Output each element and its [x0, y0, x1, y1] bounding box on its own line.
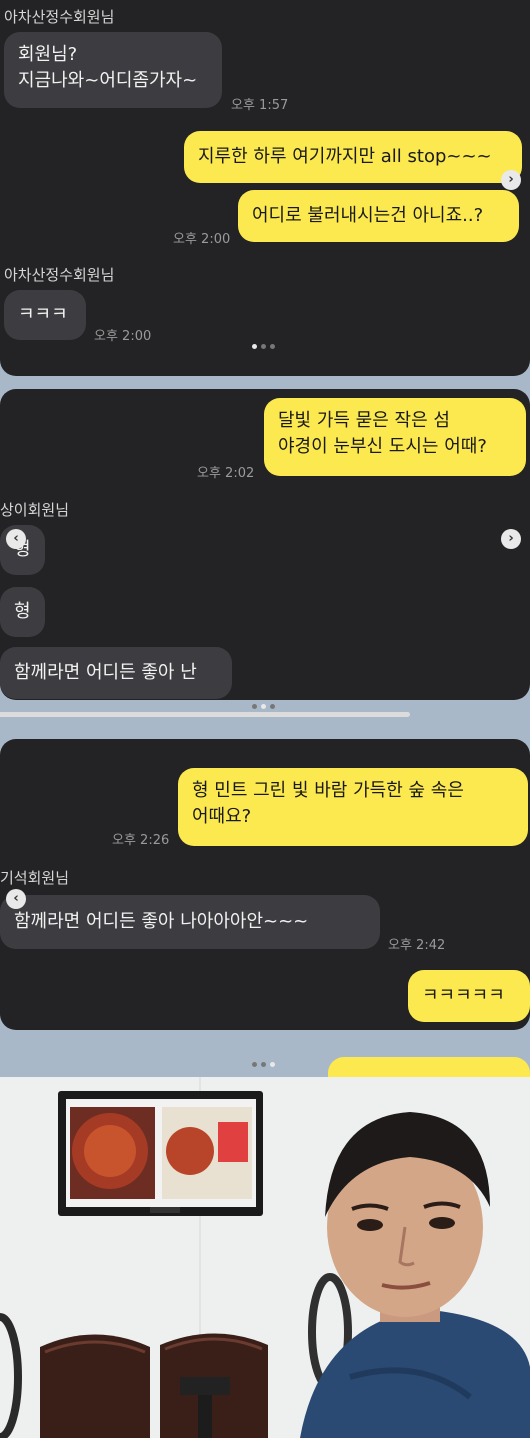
page-indicator — [252, 1062, 275, 1067]
message-time: 오후 2:00 — [173, 232, 231, 247]
chevron-right-icon[interactable]: › — [501, 529, 521, 549]
chevron-left-icon[interactable]: ‹ — [6, 889, 26, 909]
message-time: 오후 2:42 — [388, 938, 446, 953]
chat-screenshot-2: 달빛 가득 묻은 작은 섬 야경이 눈부신 도시는 어때? 오후 2:02 상이… — [0, 389, 530, 700]
message-time: 오후 2:02 — [197, 466, 255, 481]
incoming-message: 회원님? 지금나와~어디좀가자~ — [4, 32, 222, 108]
incoming-message: 함께라면 어디든 좋아 나아아아안~~~ — [0, 895, 380, 949]
page-indicator — [252, 704, 275, 709]
incoming-message: ㅋㅋㅋ — [4, 290, 86, 340]
outgoing-message: 어디로 불러내시는건 아니죠..? — [238, 190, 519, 242]
outgoing-message: 달빛 가득 묻은 작은 섬 야경이 눈부신 도시는 어때? — [264, 398, 526, 476]
sender-name: 아차산정수회원님 — [4, 8, 115, 26]
selfie-photo — [0, 1077, 530, 1438]
photo-illustration — [0, 1077, 530, 1438]
incoming-message: 형 — [0, 587, 45, 637]
outgoing-message: 지루한 하루 여기까지만 all stop~~~ — [184, 131, 522, 183]
outgoing-message: 형 민트 그린 빛 바람 가득한 숲 속은 어때요? — [178, 768, 528, 846]
chat-screenshot-1: 아차산정수회원님 회원님? 지금나와~어디좀가자~ 오후 1:57 지루한 하루… — [0, 0, 530, 376]
incoming-message: 함께라면 어디든 좋아 난 — [0, 647, 232, 699]
sender-name: 아차산정수회원님 — [4, 266, 115, 284]
sender-name: 상이회원님 — [0, 501, 70, 519]
chevron-right-icon[interactable]: › — [501, 170, 521, 190]
partial-screenshot-edge — [0, 712, 410, 717]
message-time: 오후 2:26 — [112, 833, 170, 848]
outgoing-message: ㅋㅋㅋㅋㅋ — [408, 970, 530, 1022]
chat-screenshot-3: 형 민트 그린 빛 바람 가득한 숲 속은 어때요? 오후 2:26 기석회원님… — [0, 739, 530, 1030]
chevron-left-icon[interactable]: ‹ — [6, 529, 26, 549]
message-time: 오후 1:57 — [231, 98, 289, 113]
message-time: 오후 2:00 — [94, 329, 152, 344]
page-indicator — [252, 344, 275, 349]
sender-name: 기석회원님 — [0, 869, 70, 887]
